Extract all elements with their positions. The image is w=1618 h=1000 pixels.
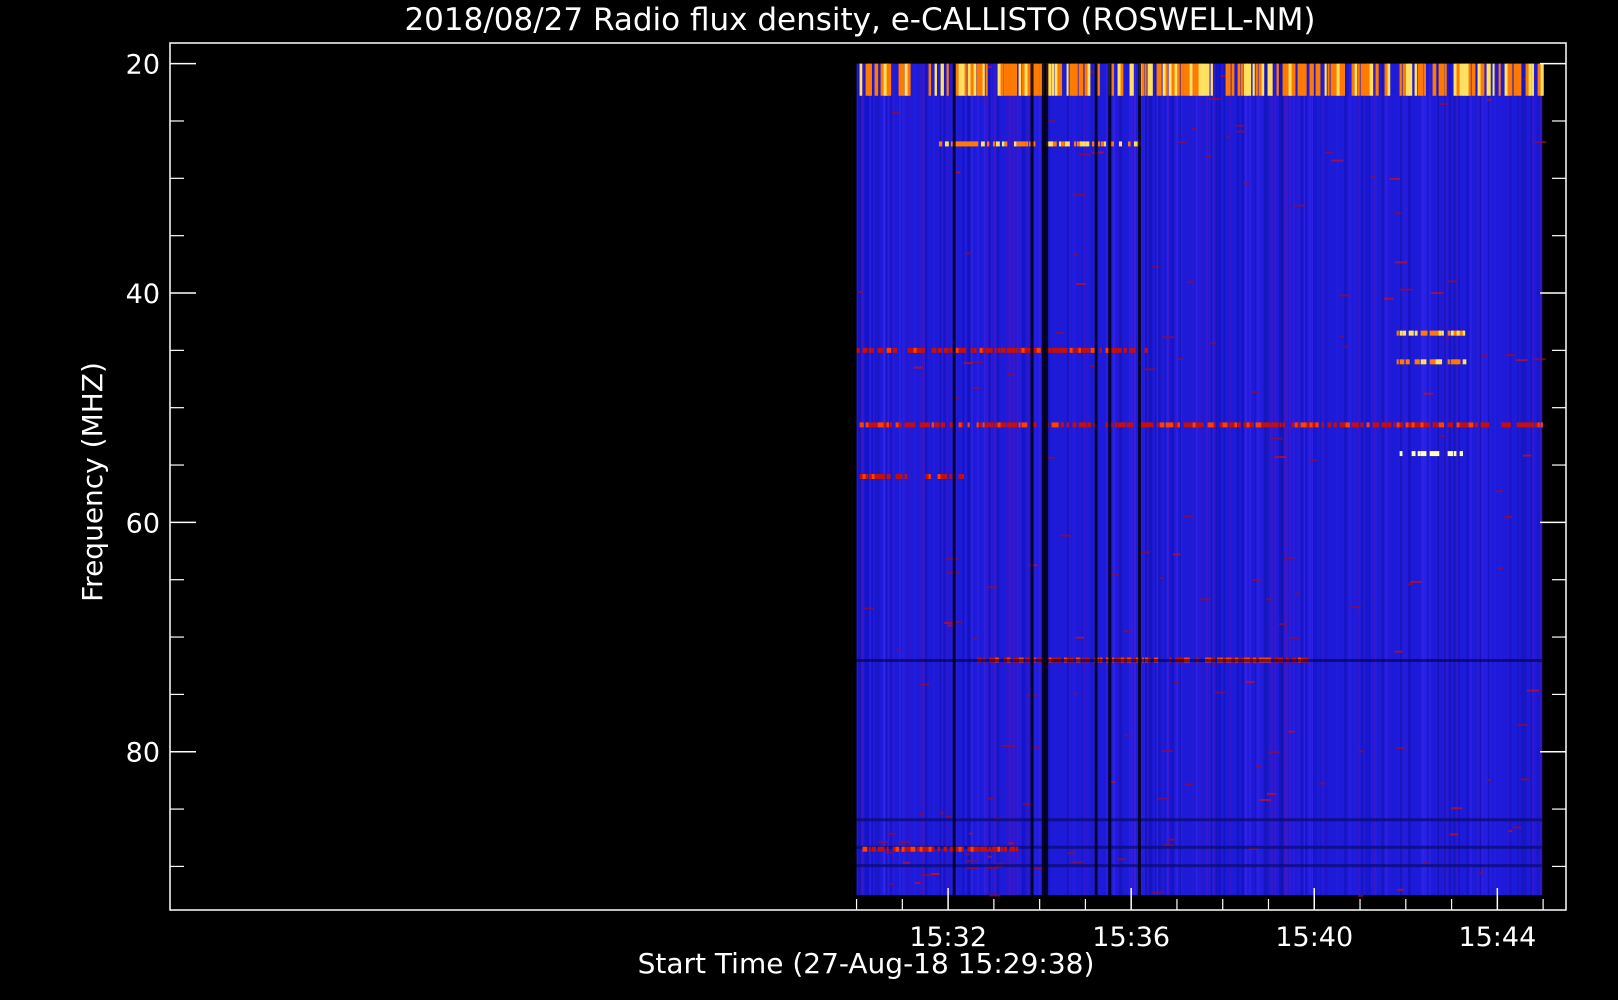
x-axis-label: Start Time (27-Aug-18 15:29:38) xyxy=(638,947,1095,980)
x-tick-label: 15:36 xyxy=(1092,922,1170,953)
y-tick-label-20: 20 xyxy=(126,50,160,81)
dark-band-72 xyxy=(856,658,1542,662)
band-5 xyxy=(859,422,1543,428)
dropout-4 xyxy=(1094,63,1098,896)
y-axis-label: Frequency (MHZ) xyxy=(76,362,109,602)
dropout-0 xyxy=(952,63,956,896)
y-tick-label-40: 40 xyxy=(126,279,160,310)
spectrogram-image xyxy=(856,63,1547,897)
dropout-5 xyxy=(1108,63,1112,896)
x-tick-label: 15:44 xyxy=(1458,922,1536,953)
y-tick-label-60: 60 xyxy=(126,508,160,539)
x-tick-label: 15:40 xyxy=(1275,922,1353,953)
y-tick-label-80: 80 xyxy=(126,738,160,769)
spectrogram-chart: 2018/08/27 Radio flux density, e-CALLIST… xyxy=(0,0,1618,1000)
band-0 xyxy=(859,63,1544,96)
dropout-6 xyxy=(1138,63,1142,896)
chart-title: 2018/08/27 Radio flux density, e-CALLIST… xyxy=(404,2,1315,38)
dropout-3 xyxy=(1044,63,1049,896)
band-4 xyxy=(1396,359,1467,365)
dropout-1 xyxy=(1030,63,1034,896)
